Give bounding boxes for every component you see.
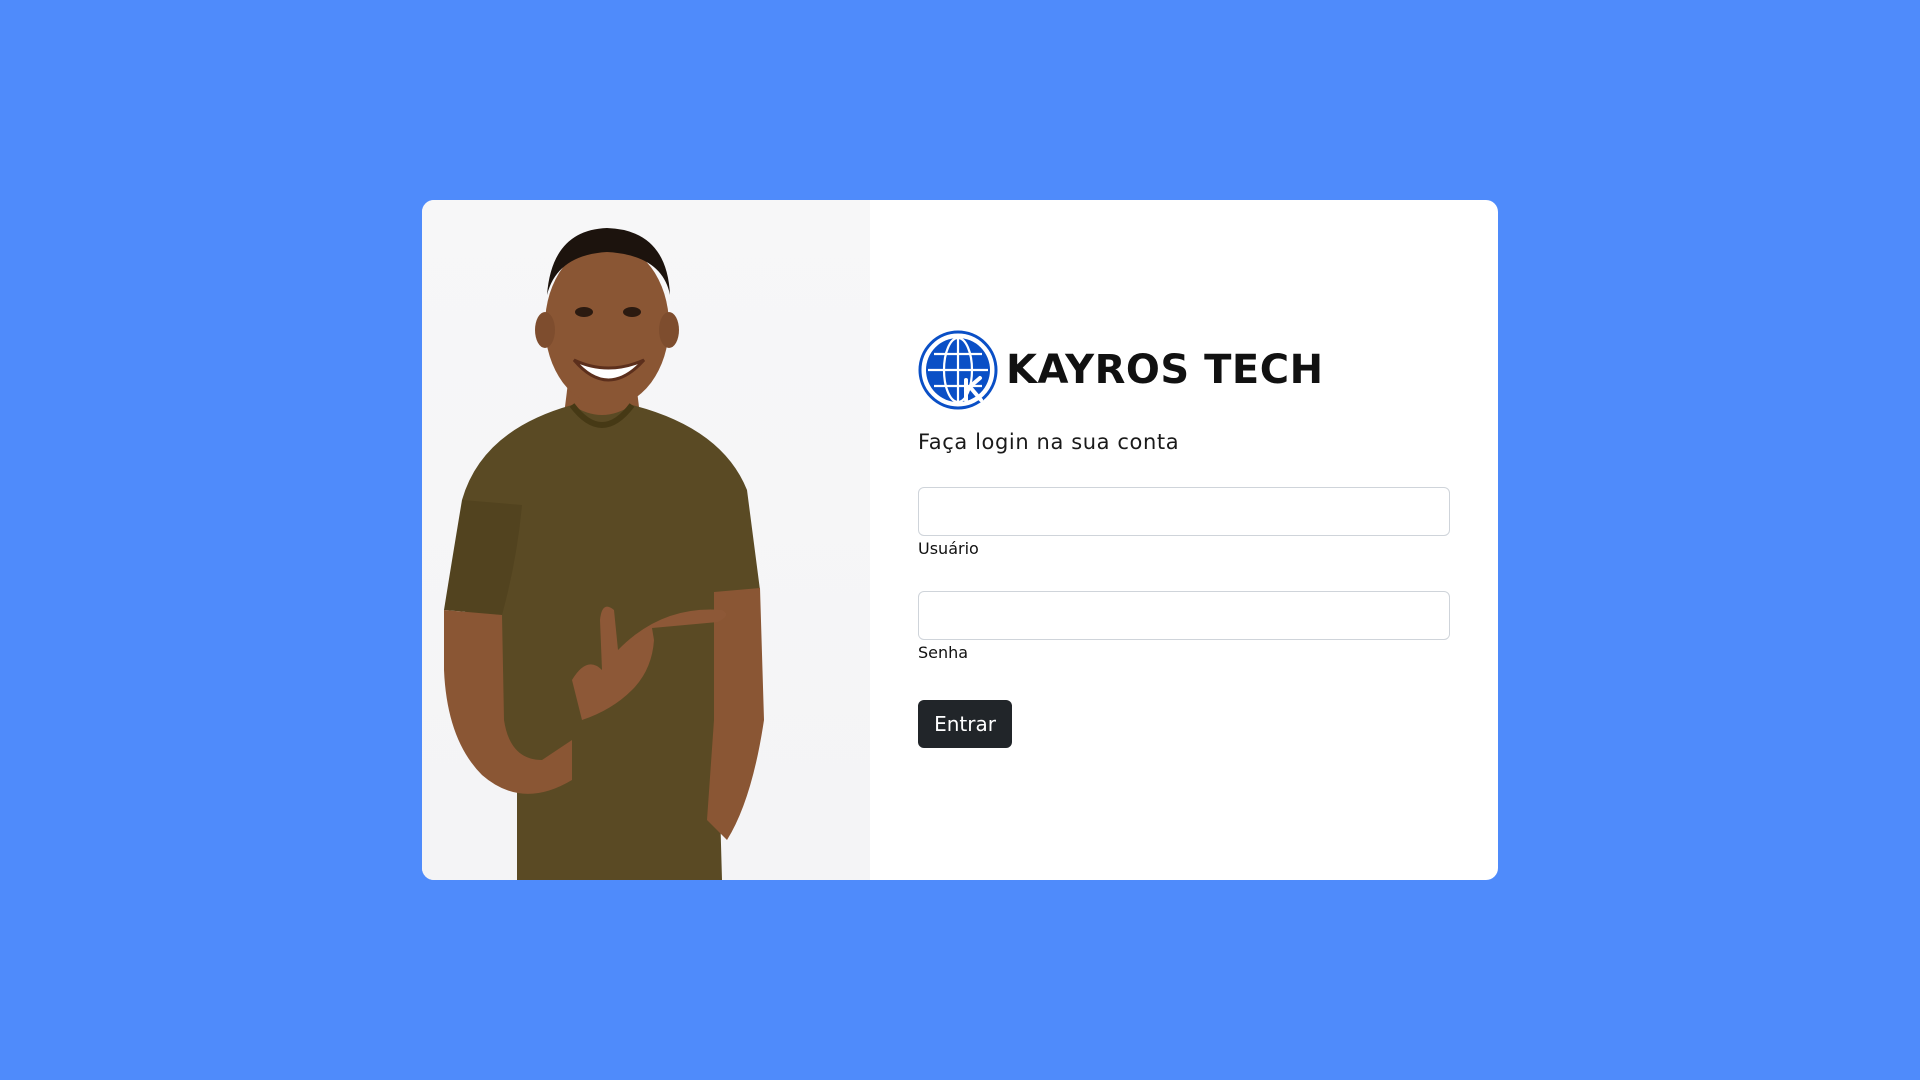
brand: KAYROS TECH <box>918 330 1324 410</box>
username-field-group: Usuário <box>918 487 1450 558</box>
password-input[interactable] <box>918 591 1450 640</box>
login-form-panel: KAYROS TECH Faça login na sua conta Usuá… <box>870 200 1498 880</box>
username-input[interactable] <box>918 487 1450 536</box>
person-illustration <box>444 228 764 880</box>
password-field-group: Senha <box>918 591 1450 662</box>
login-card: KAYROS TECH Faça login na sua conta Usuá… <box>422 200 1498 880</box>
login-submit-button[interactable]: Entrar <box>918 700 1012 748</box>
password-label: Senha <box>918 643 969 662</box>
hero-photo <box>422 200 870 880</box>
username-label: Usuário <box>918 539 979 558</box>
login-subtitle: Faça login na sua conta <box>918 430 1180 454</box>
globe-logo-icon <box>918 330 998 410</box>
brand-name: KAYROS TECH <box>1006 347 1324 393</box>
